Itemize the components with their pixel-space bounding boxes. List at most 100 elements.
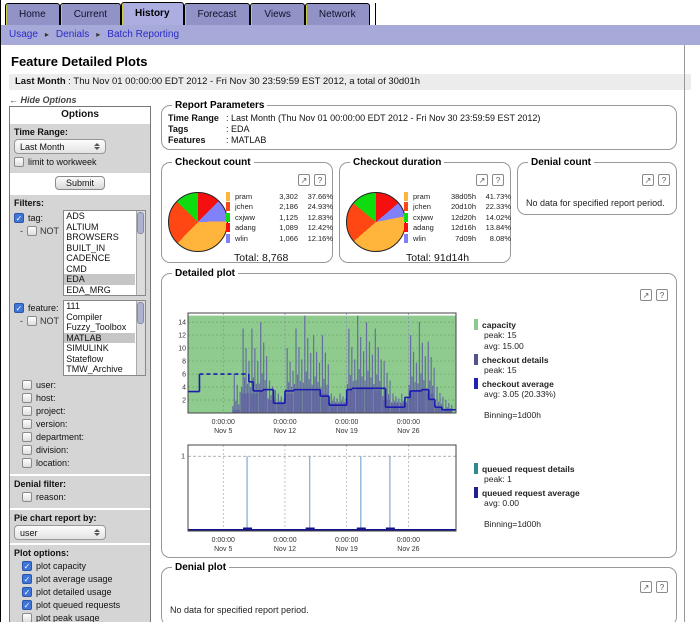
listbox-option[interactable]: Fuzzy_Toolbox bbox=[64, 322, 135, 333]
host-checkbox[interactable] bbox=[22, 393, 32, 403]
feature-listbox[interactable]: 111 Compiler Fuzzy_Toolbox MATLAB SIMULINK St… bbox=[63, 300, 146, 376]
listbox-option[interactable]: ADS bbox=[64, 211, 135, 222]
breadcrumb-batch-reporting[interactable]: Batch Reporting bbox=[107, 29, 179, 40]
breadcrumb-arrow-icon: ▸ bbox=[44, 30, 49, 39]
plot-average-usage-checkbox[interactable] bbox=[22, 574, 32, 584]
svg-text:Nov 5: Nov 5 bbox=[214, 428, 232, 435]
location-checkbox[interactable] bbox=[22, 458, 32, 468]
time-range-select[interactable]: Last Month bbox=[14, 139, 106, 154]
plot-queued-requests-checkbox[interactable] bbox=[22, 600, 32, 610]
location-filter-row[interactable]: location: bbox=[22, 458, 146, 468]
tag-filter-row[interactable]: tag: bbox=[14, 213, 59, 223]
host-filter-row[interactable]: host: bbox=[22, 393, 146, 403]
user-checkbox[interactable] bbox=[22, 380, 32, 390]
feature-filter-row[interactable]: feature: bbox=[14, 303, 59, 313]
department-label: department: bbox=[36, 432, 85, 442]
denial-plot-title: Denial plot bbox=[175, 562, 227, 573]
division-checkbox[interactable] bbox=[22, 445, 32, 455]
legend-row: pram 3,302 37.66% bbox=[226, 191, 333, 202]
listbox-option[interactable]: BUILT_IN bbox=[64, 243, 135, 254]
tab-forecast[interactable]: Forecast bbox=[183, 3, 251, 25]
listbox-option[interactable]: ALTIUM bbox=[64, 222, 135, 233]
breadcrumb-usage[interactable]: Usage bbox=[9, 29, 38, 40]
feature-not-row[interactable]: NOT bbox=[20, 316, 59, 326]
plot-capacity-row[interactable]: plot capacity bbox=[22, 561, 146, 571]
reason-checkbox[interactable] bbox=[22, 492, 32, 502]
submit-button[interactable]: Submit bbox=[54, 176, 105, 190]
version-checkbox[interactable] bbox=[22, 419, 32, 429]
export-icon[interactable]: ↗ bbox=[640, 289, 652, 301]
checkout-count-title: Checkout count bbox=[175, 157, 251, 168]
hide-options-link[interactable]: Hide Options bbox=[9, 95, 77, 105]
department-checkbox[interactable] bbox=[22, 432, 32, 442]
denial-count-message: No data for specified report period. bbox=[526, 198, 665, 208]
help-icon[interactable]: ? bbox=[658, 174, 670, 186]
tag-not-row[interactable]: NOT bbox=[20, 226, 59, 236]
division-filter-row[interactable]: division: bbox=[22, 445, 146, 455]
listbox-option[interactable]: Compiler bbox=[64, 312, 135, 323]
breadcrumb-arrow-icon: ▸ bbox=[96, 30, 101, 39]
tag-listbox-scrollbar[interactable] bbox=[136, 211, 145, 295]
export-icon[interactable]: ↗ bbox=[642, 174, 654, 186]
plot-average-usage-row[interactable]: plot average usage bbox=[22, 574, 146, 584]
tab-history[interactable]: History bbox=[121, 2, 184, 25]
help-icon[interactable]: ? bbox=[492, 174, 504, 186]
legend-swatch bbox=[404, 212, 408, 222]
legend-swatch bbox=[404, 191, 408, 201]
tag-listbox[interactable]: ADS ALTIUM BROWSERS BUILT_IN CADENCE CMD EDA ED… bbox=[63, 210, 146, 296]
tag-not-checkbox[interactable] bbox=[27, 226, 37, 236]
plot-peak-usage-checkbox[interactable] bbox=[22, 613, 32, 622]
usage-chart: 2 4 6 8 10 12 14 0:00:00 Nov 5 0:00:00 Nov 12 0:00:… bbox=[178, 312, 457, 435]
export-icon[interactable]: ↗ bbox=[298, 174, 310, 186]
listbox-option[interactable]: 111 bbox=[64, 301, 135, 312]
listbox-option[interactable]: SIMULINK bbox=[64, 343, 135, 354]
feature-not-checkbox[interactable] bbox=[27, 316, 37, 326]
detailed-plot-title: Detailed plot bbox=[175, 268, 236, 279]
limit-workweek-checkbox[interactable] bbox=[14, 157, 24, 167]
plot-capacity-checkbox[interactable] bbox=[22, 561, 32, 571]
legend-row: cxjww 1,125 12.83% bbox=[226, 212, 333, 223]
breadcrumb-denials[interactable]: Denials bbox=[56, 29, 89, 40]
plot-detailed-usage-row[interactable]: plot detailed usage bbox=[22, 587, 146, 597]
plot-queued-requests-row[interactable]: plot queued requests bbox=[22, 600, 146, 610]
version-filter-row[interactable]: version: bbox=[22, 419, 146, 429]
checkout-count-panel: Checkout count ↗ ? pram 3,302 37.66% jchen… bbox=[161, 157, 333, 264]
rp-tags-label: Tags bbox=[168, 124, 189, 134]
export-icon[interactable]: ↗ bbox=[476, 174, 488, 186]
project-filter-row[interactable]: project: bbox=[22, 406, 146, 416]
plot-peak-usage-label: plot peak usage bbox=[36, 613, 100, 622]
denial-count-panel: Denial count ↗ ? No data for specified r… bbox=[517, 157, 677, 215]
pie-report-select[interactable]: user bbox=[14, 525, 106, 540]
listbox-option[interactable]: Stateflow bbox=[64, 354, 135, 365]
listbox-option[interactable]: EDA_MRG bbox=[64, 285, 135, 296]
help-icon[interactable]: ? bbox=[656, 581, 668, 593]
help-icon[interactable]: ? bbox=[314, 174, 326, 186]
listbox-option[interactable]: MATLAB bbox=[64, 332, 135, 343]
tab-current[interactable]: Current bbox=[59, 3, 122, 25]
reason-filter-row[interactable]: reason: bbox=[22, 492, 146, 502]
legend-row: jchen 2,186 24.93% bbox=[226, 202, 333, 213]
plot-detailed-usage-checkbox[interactable] bbox=[22, 587, 32, 597]
checkout-duration-pie bbox=[346, 192, 406, 252]
limit-workweek-row[interactable]: limit to workweek bbox=[14, 157, 146, 167]
feature-checkbox[interactable] bbox=[14, 303, 24, 313]
tab-views[interactable]: Views bbox=[250, 3, 305, 25]
tabbar-edge bbox=[374, 3, 376, 25]
help-icon[interactable]: ? bbox=[656, 289, 668, 301]
tab-home[interactable]: Home bbox=[5, 3, 60, 25]
user-filter-row[interactable]: user: bbox=[22, 380, 146, 390]
legend-row: cxjww 12d20h 14.02% bbox=[404, 212, 511, 223]
department-filter-row[interactable]: department: bbox=[22, 432, 146, 442]
listbox-option[interactable]: EDA bbox=[64, 274, 135, 285]
listbox-option[interactable]: CMD bbox=[64, 264, 135, 275]
listbox-option[interactable]: CADENCE bbox=[64, 253, 135, 264]
listbox-option[interactable]: BROWSERS bbox=[64, 232, 135, 243]
tag-checkbox[interactable] bbox=[14, 213, 24, 223]
listbox-option[interactable]: TMW_Archive bbox=[64, 364, 135, 375]
plot-peak-usage-row[interactable]: plot peak usage bbox=[22, 613, 146, 622]
feature-listbox-scrollbar[interactable] bbox=[136, 301, 145, 375]
tab-network[interactable]: Network bbox=[304, 3, 370, 25]
export-icon[interactable]: ↗ bbox=[640, 581, 652, 593]
project-checkbox[interactable] bbox=[22, 406, 32, 416]
select-arrows-icon bbox=[94, 529, 100, 536]
